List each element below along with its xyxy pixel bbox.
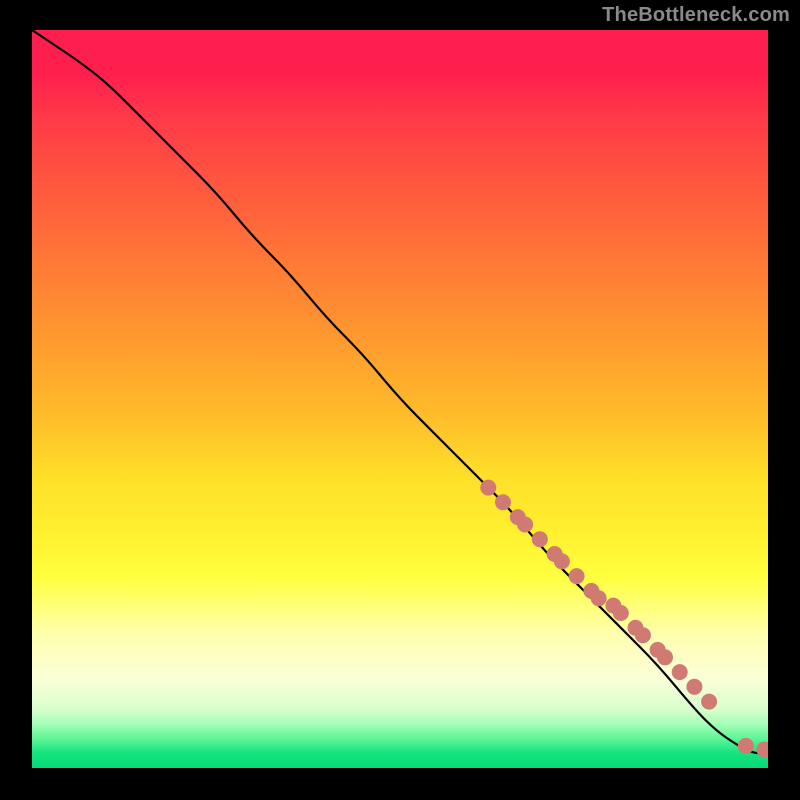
scatter-point	[701, 694, 717, 710]
scatter-point	[569, 568, 585, 584]
scatter-point	[591, 590, 607, 606]
scatter-point	[532, 531, 548, 547]
attribution-label: TheBottleneck.com	[602, 4, 790, 27]
scatter-point	[554, 553, 570, 569]
scatter-point	[517, 517, 533, 533]
chart-stage: TheBottleneck.com	[0, 0, 800, 800]
scatter-point	[738, 738, 754, 754]
scatter-point	[613, 605, 629, 621]
plot-area	[32, 30, 768, 768]
scatter-point	[495, 494, 511, 510]
scatter-point	[635, 627, 651, 643]
scatter-point	[756, 742, 768, 758]
scatter-layer	[480, 480, 768, 758]
scatter-point	[657, 649, 673, 665]
chart-svg	[32, 30, 768, 768]
scatter-point	[672, 664, 688, 680]
scatter-point	[480, 480, 496, 496]
scatter-point	[686, 679, 702, 695]
